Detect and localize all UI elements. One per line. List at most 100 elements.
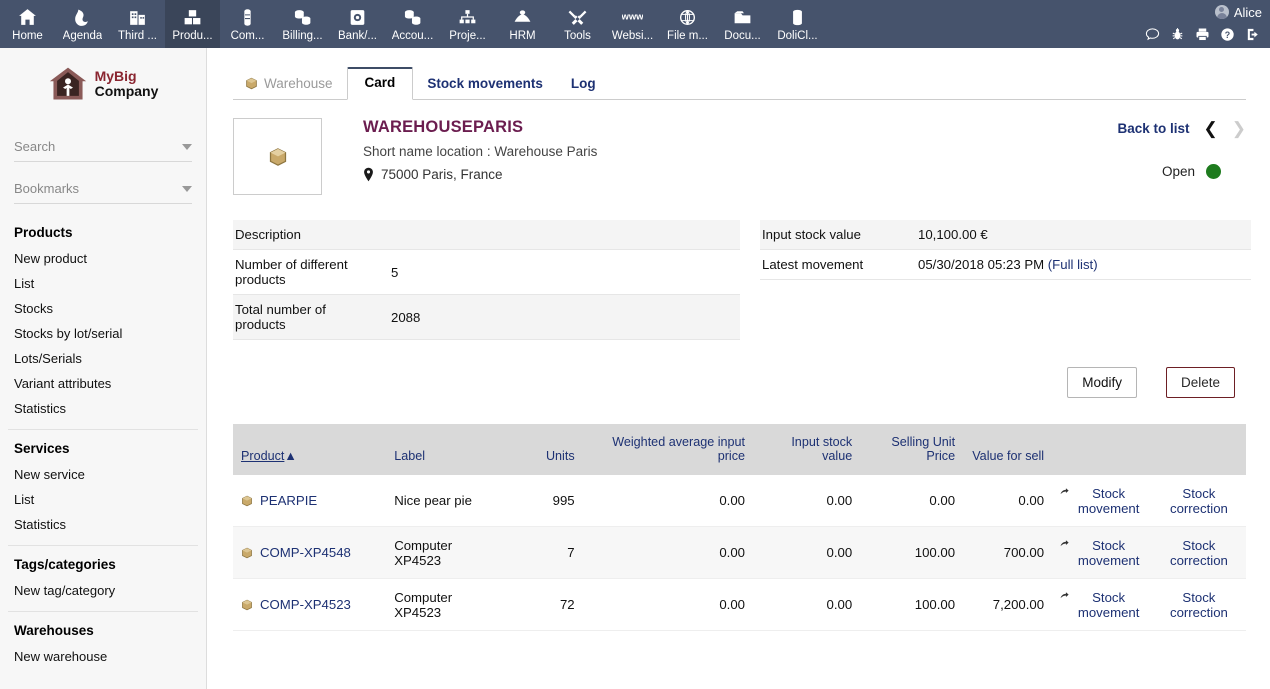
topnav-item-produ[interactable]: Produ... [165,0,220,48]
previous-record-icon[interactable]: ❮ [1204,120,1218,137]
tab-log[interactable]: Log [557,68,610,100]
stock-movement-link[interactable]: Stock movement [1073,486,1143,516]
info-value [385,228,397,242]
topnav-item-accou[interactable]: Accou... [385,0,440,48]
sidebar-item-stocks[interactable]: Stocks [0,296,206,321]
cell-stock-correction-action[interactable]: Stock correction [1152,527,1246,579]
sidebar-item-new-warehouse[interactable]: New warehouse [0,644,206,669]
cell-weighted-average-input-price: 0.00 [583,579,753,631]
topnav-item-label: HRM [509,30,535,43]
chevron-down-icon[interactable] [182,144,192,150]
product-cube-icon [241,547,253,559]
info-value: 2088 [385,303,426,332]
topnav-item-dolicl[interactable]: DoliCl... [770,0,825,48]
bookmarks-input[interactable]: Bookmarks [14,174,192,204]
topnav-item-home[interactable]: Home [0,0,55,48]
cell-value-for-sell: 0.00 [963,475,1052,527]
sidebar-item-variant-attributes[interactable]: Variant attributes [0,371,206,396]
sidebar-item-lots-serials[interactable]: Lots/Serials [0,346,206,371]
info-label: Number of different products [233,250,385,294]
stock-correction-link[interactable]: Stock correction [1170,486,1228,516]
topnav-item-websi[interactable]: wwwWebsi... [605,0,660,48]
info-row-latest-movement: Latest movement 05/30/2018 05:23 PM (Ful… [760,250,1251,280]
address-line: 75000 Paris, France [363,159,1056,182]
product-link[interactable]: PEARPIE [260,493,317,508]
topnav-item-billing[interactable]: Billing... [275,0,330,48]
search-placeholder: Search [14,139,55,154]
tab-card[interactable]: Card [347,67,414,100]
th-label[interactable]: Label [386,424,499,475]
th-product-label[interactable]: Product [241,449,284,463]
bookmarks-placeholder: Bookmarks [14,181,79,196]
cell-stock-correction-action[interactable]: Stock correction [1152,475,1246,527]
tab-stock-movements[interactable]: Stock movements [413,68,557,100]
search-input[interactable]: Search [14,132,192,162]
house-logo-icon [48,65,88,103]
latest-movement-date: 05/30/2018 05:23 PM [918,257,1048,272]
topnav-item-hrm[interactable]: HRM [495,0,550,48]
cell-product: PEARPIE [233,475,386,527]
topnav-item-file-m[interactable]: File m... [660,0,715,48]
bug-icon[interactable] [1170,27,1185,42]
topnav-item-tools[interactable]: Tools [550,0,605,48]
th-product[interactable]: Product▲ [233,424,386,475]
cell-stock-movement-action[interactable]: Stock movement [1052,527,1152,579]
stock-movement-arrow-icon [1060,538,1069,549]
cell-input-stock-value: 0.00 [753,475,860,527]
sidebar-item-list[interactable]: List [0,271,206,296]
topnav-item-label: File m... [667,30,708,43]
sidebar-item-list[interactable]: List [0,487,206,512]
cell-value-for-sell: 7,200.00 [963,579,1052,631]
user-name: Alice [1234,5,1262,20]
th-selling-unit-price[interactable]: Selling Unit Price [860,424,963,475]
topnav-item-third[interactable]: Third ... [110,0,165,48]
status-badge: Open [1056,164,1246,179]
logo-line1: MyBig [95,69,159,84]
th-value-for-sell[interactable]: Value for sell [963,424,1052,475]
modify-button[interactable]: Modify [1067,367,1137,398]
stock-correction-link[interactable]: Stock correction [1170,538,1228,568]
topnav-item-bank[interactable]: Bank/... [330,0,385,48]
th-units[interactable]: Units [499,424,582,475]
chevron-down-icon[interactable] [182,186,192,192]
stock-movement-link[interactable]: Stock movement [1073,590,1143,620]
topnav-item-agenda[interactable]: Agenda [55,0,110,48]
info-row-description: Description [233,220,740,250]
cell-value-for-sell: 700.00 [963,527,1052,579]
topnav-item-label: Accou... [392,30,434,43]
banner-actions: Back to list ❮ ❯ Open [1056,118,1246,195]
th-weighted-average-input-price[interactable]: Weighted average input price [583,424,753,475]
topnav-item-docu[interactable]: Docu... [715,0,770,48]
logout-icon[interactable] [1245,27,1260,42]
info-panel-right: Input stock value 10,100.00 € Latest mov… [760,220,1251,340]
sidebar-item-stocks-by-lot-serial[interactable]: Stocks by lot/serial [0,321,206,346]
chat-icon[interactable] [1145,27,1160,42]
stock-correction-link[interactable]: Stock correction [1170,590,1228,620]
page-title: WAREHOUSEPARIS [363,118,1056,137]
product-link[interactable]: COMP-XP4548 [260,545,351,560]
delete-button[interactable]: Delete [1166,367,1235,398]
sidebar-item-new-product[interactable]: New product [0,246,206,271]
company-logo[interactable]: MyBig Company [0,48,206,120]
back-to-list-link[interactable]: Back to list [1117,121,1189,136]
action-buttons: Modify Delete [233,367,1246,398]
top-navigation-bar: HomeAgendaThird ...Produ...Com...Billing… [0,0,1270,48]
sidebar-item-new-service[interactable]: New service [0,462,206,487]
topnav-item-com[interactable]: Com... [220,0,275,48]
help-icon[interactable]: ? [1220,27,1235,42]
sidebar-item-new-tag-category[interactable]: New tag/category [0,578,206,603]
user-menu[interactable]: Alice [1215,1,1262,23]
cell-stock-correction-action[interactable]: Stock correction [1152,579,1246,631]
full-list-link[interactable]: (Full list) [1048,257,1098,272]
stock-movement-arrow-icon [1060,486,1069,497]
sidebar-item-statistics[interactable]: Statistics [0,396,206,421]
stock-movement-link[interactable]: Stock movement [1073,538,1143,568]
product-link[interactable]: COMP-XP4523 [260,597,351,612]
cell-stock-movement-action[interactable]: Stock movement [1052,475,1152,527]
print-icon[interactable] [1195,27,1210,42]
cell-stock-movement-action[interactable]: Stock movement [1052,579,1152,631]
th-input-stock-value[interactable]: Input stock value [753,424,860,475]
topnav-item-proje[interactable]: Proje... [440,0,495,48]
topnav-item-label: Websi... [612,30,653,43]
sidebar-item-statistics[interactable]: Statistics [0,512,206,537]
